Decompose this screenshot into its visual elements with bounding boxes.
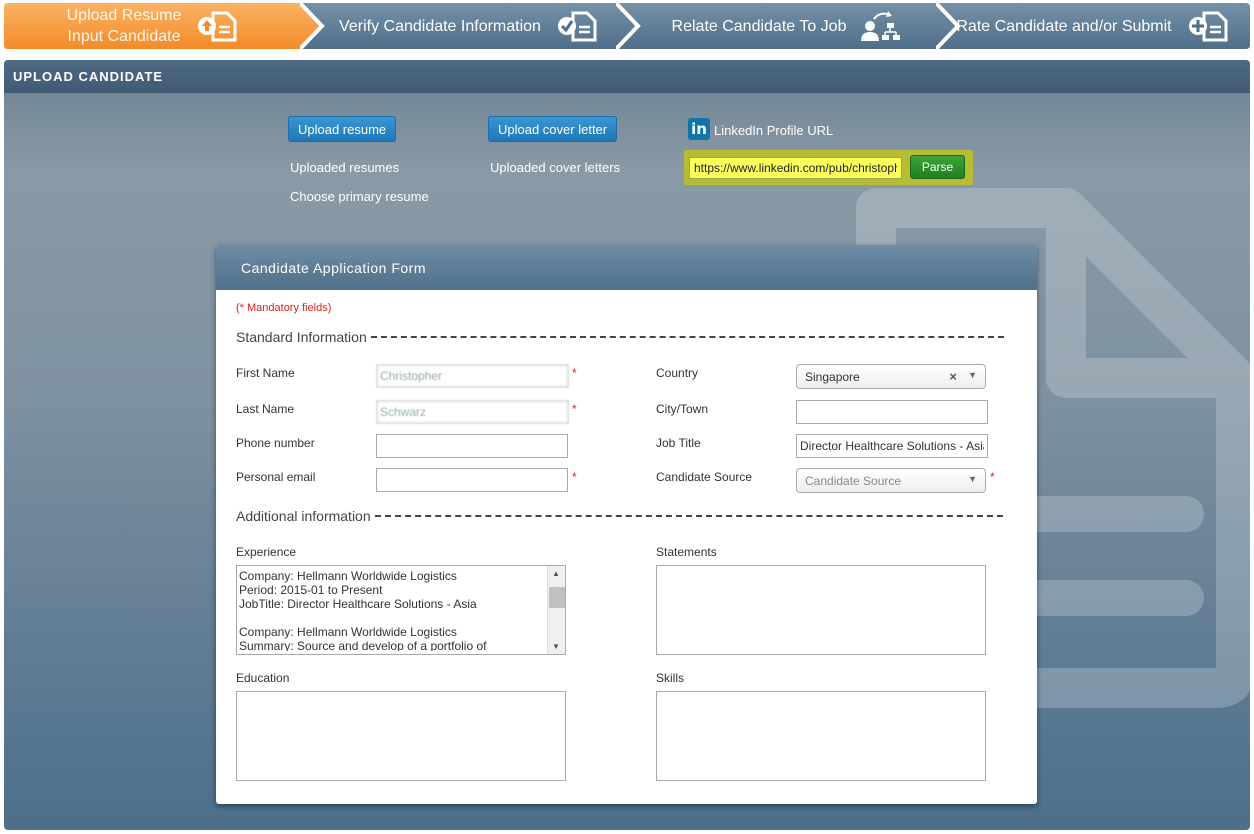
required-mark: * (572, 470, 577, 484)
candidate-source-placeholder: Candidate Source (805, 473, 902, 488)
chevron-down-icon[interactable]: ▼ (968, 370, 977, 380)
mandatory-note: (* Mandatory fields) (236, 302, 332, 314)
upload-cover-letter-button[interactable]: Upload cover letter (488, 116, 618, 142)
step-label: Rate Candidate and/or Submit (956, 17, 1172, 35)
section-title: Additional information (236, 508, 371, 524)
person-hierarchy-icon (861, 11, 901, 41)
step-rate-submit[interactable]: Rate Candidate and/or Submit (936, 3, 1250, 49)
experience-textarea[interactable]: Company: Hellmann Worldwide Logistics Pe… (236, 565, 566, 655)
standard-information-heading: Standard Information (236, 329, 1004, 345)
section-divider (374, 515, 1003, 517)
phone-label: Phone number (236, 436, 315, 450)
step-label: Verify Candidate Information (339, 17, 541, 35)
step-verify-candidate[interactable]: Verify Candidate Information (300, 3, 638, 49)
candidate-application-form: Candidate Application Form (* Mandatory … (216, 245, 1037, 804)
country-label: Country (656, 366, 699, 380)
document-upload-icon (198, 11, 237, 42)
first-name-label: First Name (236, 366, 295, 380)
experience-label: Experience (236, 545, 297, 559)
chevron-down-icon[interactable]: ▼ (968, 474, 977, 484)
country-value: Singapore (805, 369, 860, 384)
document-check-icon (557, 11, 597, 42)
uploaded-resumes-link[interactable]: Uploaded resumes (290, 160, 399, 175)
candidate-source-label: Candidate Source (656, 470, 753, 484)
panel-title: UPLOAD CANDIDATE (13, 69, 164, 84)
required-mark: * (990, 470, 995, 484)
last-name-input[interactable] (376, 400, 569, 424)
scroll-down-icon[interactable]: ▼ (552, 642, 560, 651)
step-label: Relate Candidate To Job (671, 17, 847, 35)
last-name-label: Last Name (236, 402, 295, 416)
personal-email-input[interactable] (376, 468, 568, 492)
choose-primary-resume-link[interactable]: Choose primary resume (290, 189, 429, 204)
step-label-line2: Input Candidate (67, 28, 181, 45)
first-name-input[interactable] (376, 364, 569, 388)
personal-email-label: Personal email (236, 470, 316, 484)
skills-textarea[interactable] (656, 691, 986, 781)
statements-label: Statements (656, 545, 717, 559)
linkedin-url-label: LinkedIn Profile URL (714, 123, 834, 138)
panel-header: UPLOAD CANDIDATE (4, 60, 1250, 93)
section-divider (370, 336, 1004, 338)
document-add-icon (1188, 11, 1228, 42)
step-upload-resume[interactable]: Upload Resume Input Candidate (4, 3, 324, 49)
city-label: City/Town (656, 402, 709, 416)
job-title-label: Job Title (656, 436, 701, 450)
step-relate-to-job[interactable]: Relate Candidate To Job (616, 3, 960, 49)
skills-label: Skills (656, 671, 685, 685)
phone-input[interactable] (376, 434, 568, 458)
form-title: Candidate Application Form (241, 260, 426, 276)
step-wizard: Upload Resume Input Candidate Verify Cand… (4, 3, 1250, 49)
form-header: Candidate Application Form (216, 245, 1037, 290)
parse-button[interactable]: Parse (910, 155, 965, 179)
clear-icon[interactable]: × (949, 369, 957, 384)
step-label-line1: Upload Resume (66, 7, 182, 24)
linkedin-icon: in (688, 118, 710, 140)
section-title: Standard Information (236, 329, 367, 345)
additional-information-heading: Additional information (236, 508, 1003, 524)
required-mark: * (572, 402, 577, 416)
required-mark: * (572, 366, 577, 380)
uploaded-cover-letters-link[interactable]: Uploaded cover letters (490, 160, 620, 175)
upload-resume-button[interactable]: Upload resume (288, 116, 397, 142)
scroll-up-icon[interactable]: ▲ (552, 569, 560, 578)
upload-candidate-panel: UPLOAD CANDIDATE Upload resume Uploaded … (4, 60, 1250, 830)
statements-textarea[interactable] (656, 565, 986, 655)
candidate-source-select[interactable]: Candidate Source ▼ (796, 468, 986, 493)
job-title-input[interactable] (796, 434, 988, 458)
education-textarea[interactable] (236, 691, 566, 781)
education-label: Education (236, 671, 290, 685)
linkedin-url-input[interactable] (689, 157, 902, 179)
city-input[interactable] (796, 400, 988, 424)
country-select[interactable]: Singapore × ▼ (796, 364, 986, 389)
experience-text: Company: Hellmann Worldwide Logistics Pe… (239, 569, 487, 651)
scrollbar-thumb[interactable] (549, 587, 565, 608)
experience-scrollbar[interactable]: ▲ ▼ (547, 566, 565, 654)
